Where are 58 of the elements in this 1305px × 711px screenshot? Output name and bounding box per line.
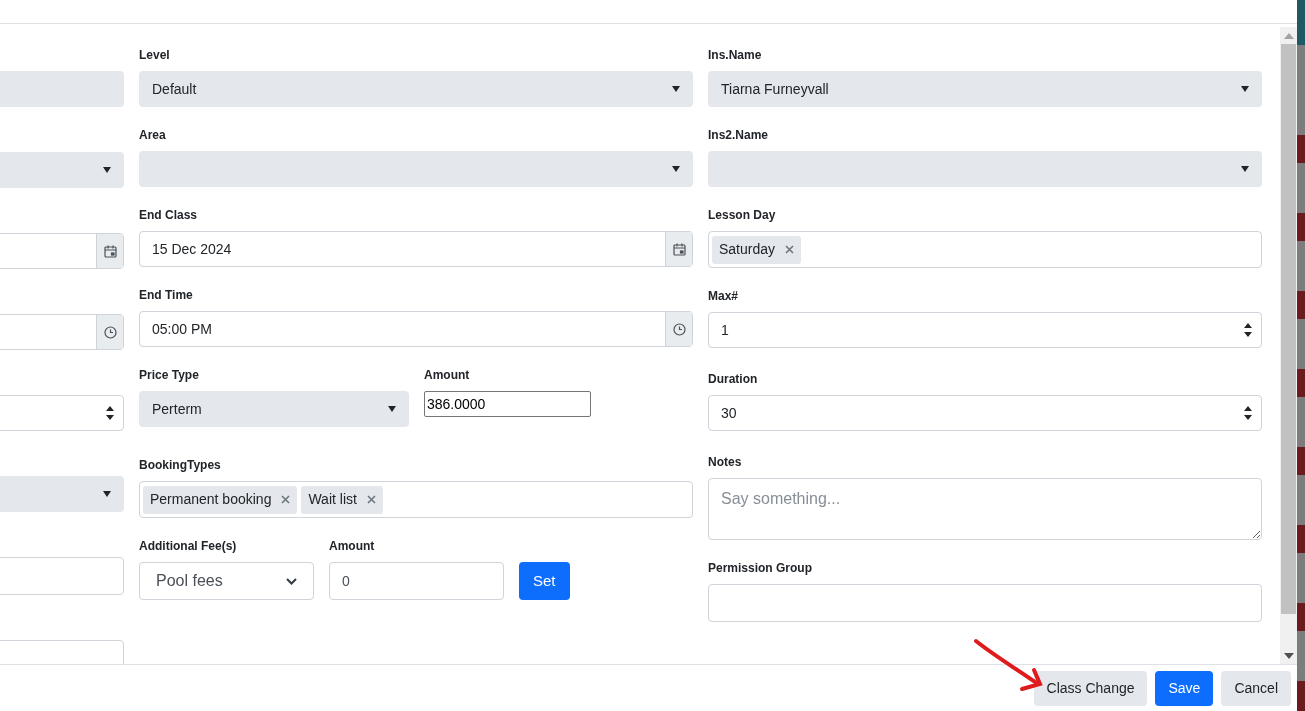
caret-icon (1241, 166, 1249, 172)
scrollbar-thumb[interactable] (1281, 44, 1296, 614)
caret-icon (388, 406, 396, 412)
amount-input[interactable]: 386.0000 (424, 391, 591, 417)
clock-icon[interactable] (96, 315, 123, 349)
number-field[interactable]: 30 (708, 395, 1262, 431)
select-field[interactable]: Default (139, 71, 693, 107)
select-field[interactable]: Perterm (139, 391, 409, 427)
select-field[interactable]: Tiarna Furneyvall (708, 71, 1262, 107)
scroll-up-icon[interactable] (1283, 33, 1294, 39)
field-label: Amount (329, 538, 376, 554)
time-field[interactable]: 05:00 PM (139, 311, 693, 347)
caret-icon (103, 167, 111, 173)
calendar-icon[interactable] (665, 232, 692, 266)
caret-icon (672, 166, 680, 172)
field-label: Lesson Day (708, 207, 777, 223)
field-label: Area (139, 127, 167, 143)
chevron-icon (286, 577, 297, 585)
field-label: End Time (139, 287, 194, 303)
select-field[interactable] (708, 151, 1262, 187)
tag-input-field[interactable]: Permanent booking Wait list (139, 481, 693, 518)
date-field[interactable]: 15 Dec 2024 (139, 231, 693, 267)
field-label: Notes (708, 454, 743, 470)
set-button[interactable]: Set (519, 562, 570, 600)
field-label: Max# (708, 288, 740, 304)
dropdown-field[interactable]: Pool fees (139, 562, 314, 600)
tag-input-field[interactable]: Saturday (708, 231, 1262, 268)
field-label: BookingTypes (139, 457, 222, 473)
caret-icon (1241, 86, 1249, 92)
field-label: Duration (708, 371, 759, 387)
calendar-icon[interactable] (96, 234, 123, 268)
field-label: Price Type (139, 367, 200, 383)
tag-chip: Wait list (301, 485, 383, 514)
scrollbar[interactable] (1280, 27, 1297, 664)
footer-button[interactable]: Class Change (1033, 670, 1148, 706)
field-label: Ins.Name (708, 47, 763, 63)
field-label: End Class (139, 207, 199, 223)
text-input[interactable]: 0 (329, 562, 504, 600)
tag-chip: Permanent booking (143, 485, 298, 514)
number-field[interactable]: 1 (708, 312, 1262, 348)
field-label: Permission Group (708, 560, 814, 576)
select-field[interactable] (139, 151, 693, 187)
remove-icon[interactable] (366, 495, 376, 504)
field-label: Amount (424, 367, 471, 383)
field-label: Additional Fee(s) (139, 538, 238, 554)
remove-icon[interactable] (785, 245, 795, 254)
caret-icon (672, 86, 680, 92)
caret-icon (103, 491, 111, 497)
field-label: Level (139, 47, 171, 63)
notes-textarea[interactable]: Say something... (708, 478, 1262, 540)
scroll-down-icon[interactable] (1283, 653, 1294, 659)
tag-chip: Saturday (712, 235, 802, 264)
footer-button[interactable]: Save (1155, 670, 1214, 706)
field-label: Ins2.Name (708, 127, 770, 143)
footer-button[interactable]: Cancel (1221, 670, 1291, 706)
clock-icon[interactable] (665, 312, 692, 346)
text-input[interactable] (708, 584, 1262, 622)
remove-icon[interactable] (281, 495, 291, 504)
